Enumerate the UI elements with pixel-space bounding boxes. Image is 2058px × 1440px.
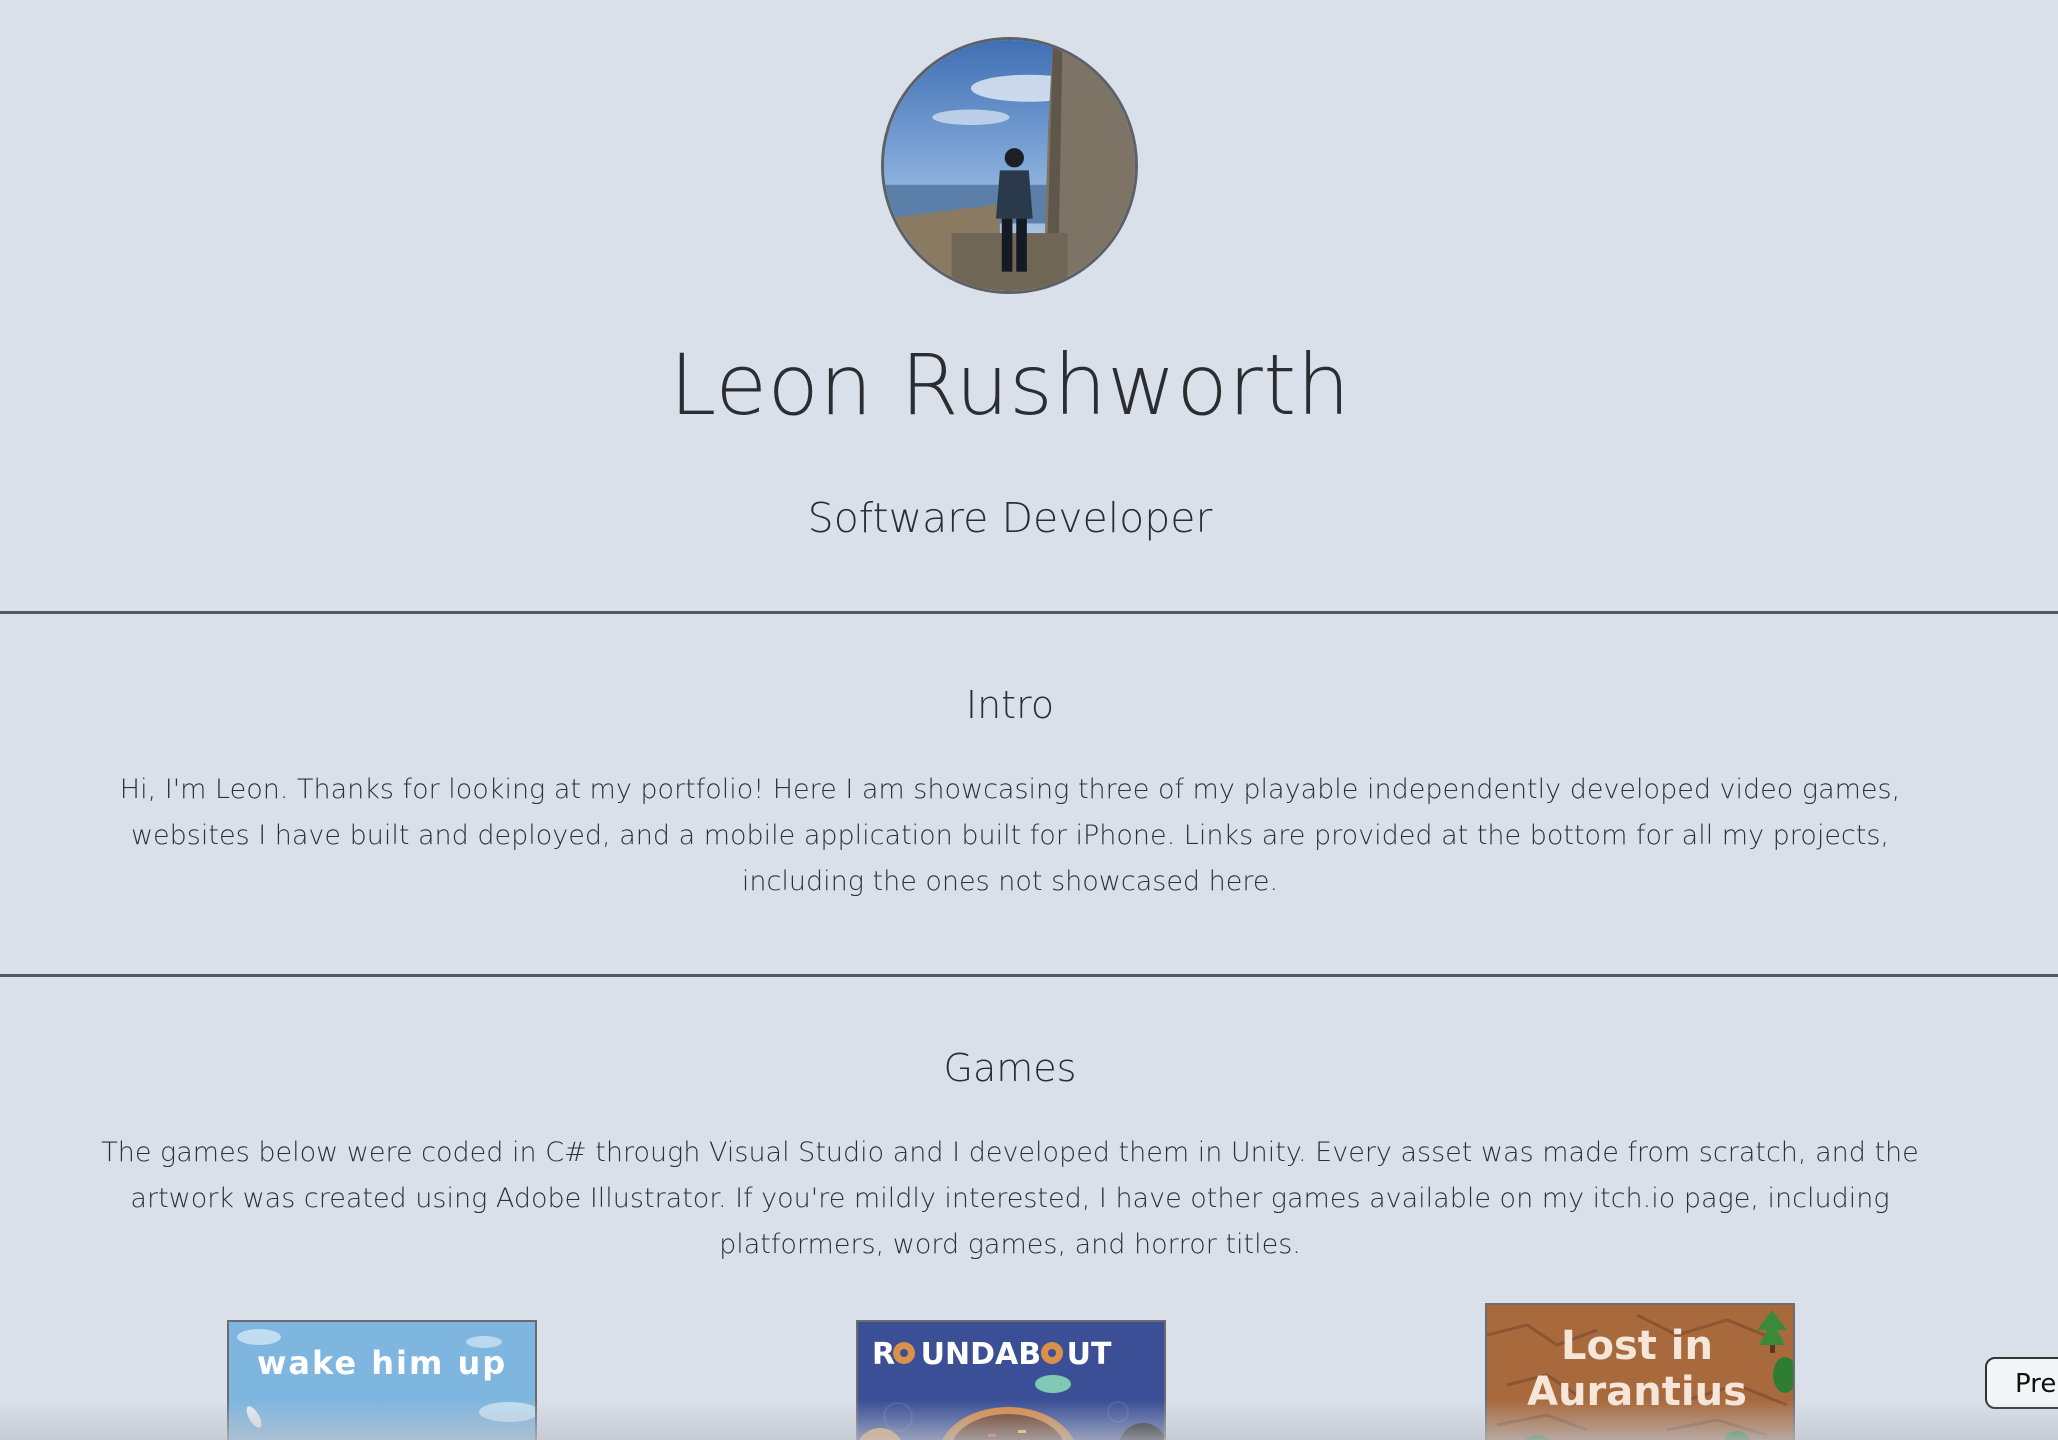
section-divider <box>0 974 2058 977</box>
games-heading: Games <box>943 1046 1077 1090</box>
game-card-lost-in-aurantius[interactable]: Lost in Aurantius <box>1485 1303 1795 1440</box>
games-text: The games below were coded in C# through… <box>101 1137 1919 1260</box>
job-title: Software Developer <box>807 494 1213 542</box>
intro-text: Hi, I'm Leon. Thanks for looking at my p… <box>119 774 1901 897</box>
section-divider <box>0 611 2058 614</box>
roundabout-title-undab: UNDAB <box>921 1337 1041 1372</box>
profile-photo <box>881 37 1138 294</box>
press-button[interactable]: Pre <box>1985 1357 2058 1409</box>
game-card-roundabout[interactable]: ROUNDABOUT <box>856 1320 1166 1440</box>
game-card-wake-him-up[interactable]: wake him up <box>227 1320 537 1440</box>
intro-heading: Intro <box>965 683 1055 727</box>
game-title-lost-in: Lost in <box>1561 1323 1713 1369</box>
roundabout-title-r: R <box>872 1337 895 1372</box>
portfolio-page: Leon Rushworth Software Developer Intro … <box>0 0 2058 1440</box>
page-title: Leon Rushworth <box>669 336 1351 434</box>
game-title-aurantius: Aurantius <box>1527 1369 1747 1415</box>
roundabout-title-ut: UT <box>1067 1337 1112 1372</box>
game-title-wake-him-up: wake him up <box>257 1344 507 1382</box>
